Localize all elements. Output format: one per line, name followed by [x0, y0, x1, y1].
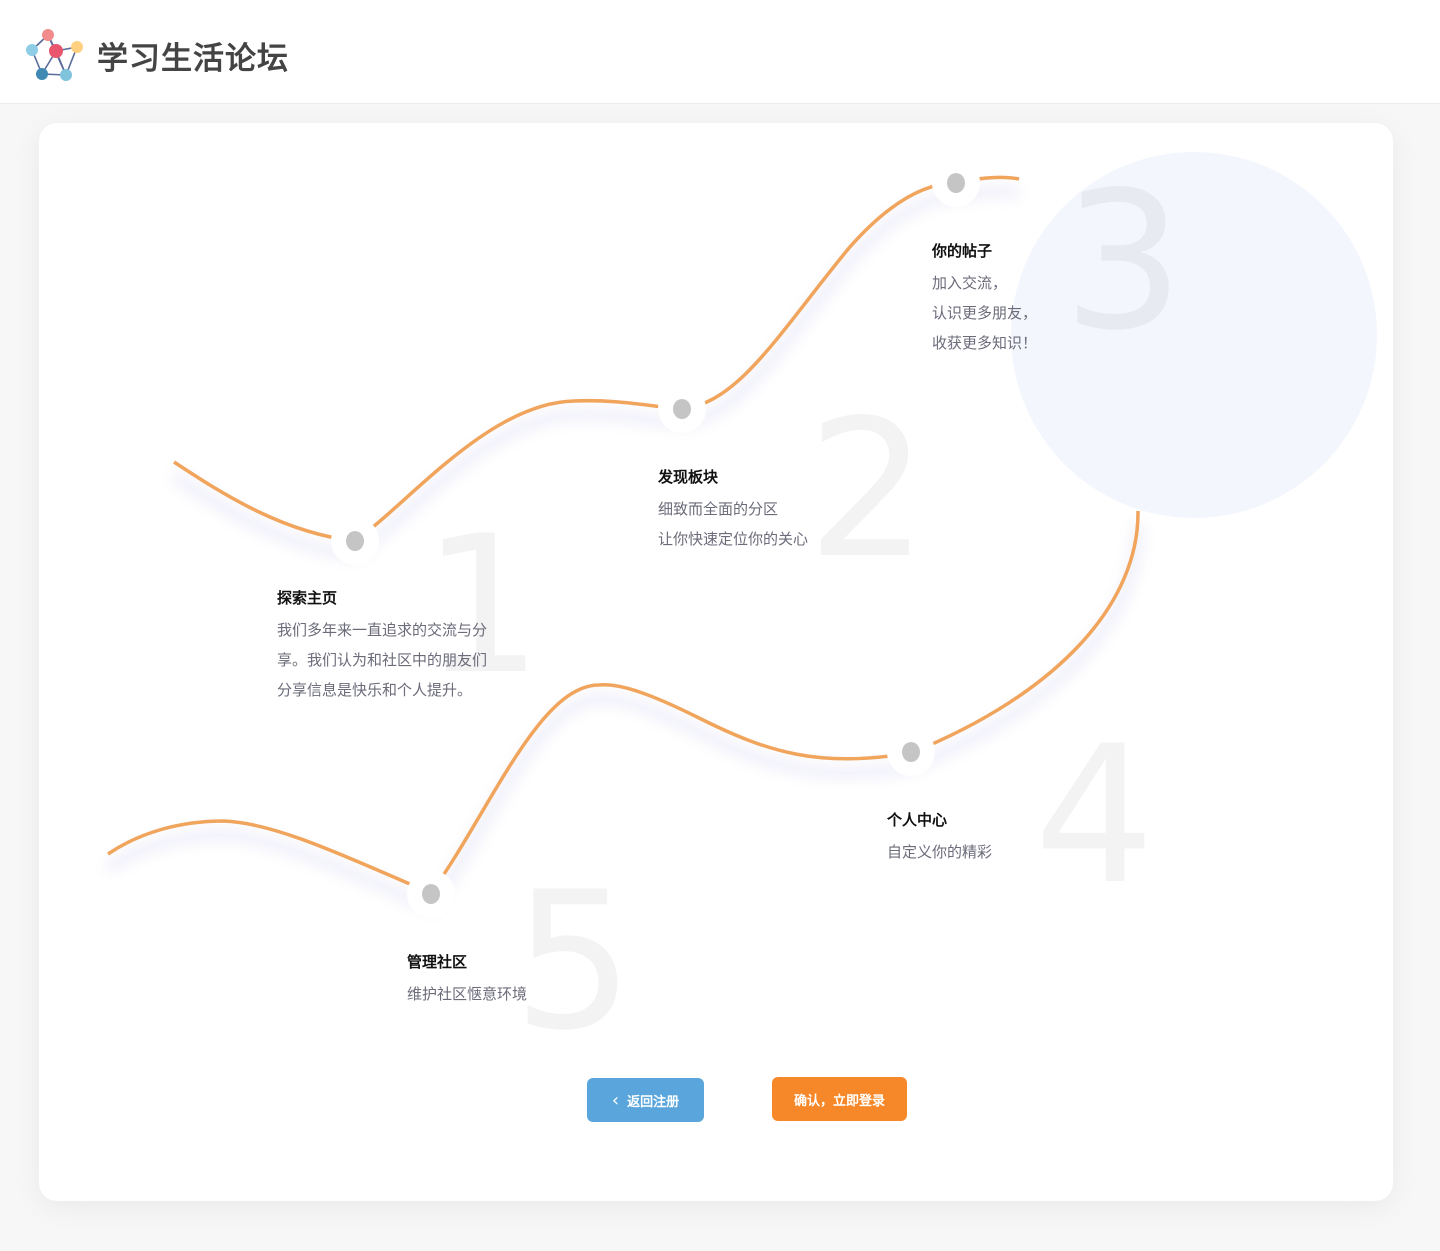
intro-card: 1 2 3 4 5 探索主页 我们多年来一直追求的交流与分 享。我们认为和社区中… [39, 123, 1393, 1201]
step-number-5: 5 [513, 867, 634, 1057]
step-personal-center: 个人中心 自定义你的精彩 [887, 809, 992, 867]
node-4 [902, 742, 920, 762]
step-desc-line: 自定义你的精彩 [887, 843, 993, 861]
step-desc-line: 分享信息是快乐和个人提升。 [277, 681, 473, 699]
site-title[interactable]: 学习生活论坛 [97, 33, 289, 78]
login-button-label: 确认，立即登录 [793, 1093, 885, 1109]
confirm-login-button[interactable]: 确认，立即登录 [772, 1077, 907, 1121]
step-desc-line: 收获更多知识！ [932, 334, 1038, 352]
chevron-left-icon: ‹ [611, 1089, 620, 1111]
step-your-posts: 你的帖子 加入交流， 认识更多朋友， 收获更多知识！ [932, 240, 1037, 358]
top-header: 学习生活论坛 [0, 0, 1440, 104]
step-desc-line: 认识更多朋友， [932, 304, 1038, 322]
step-title: 发现板块 [658, 468, 719, 486]
step-desc-line: 维护社区惬意环境 [407, 985, 528, 1003]
step-desc-line: 让你快速定位你的关心 [658, 530, 809, 548]
step-number-3: 3 [1063, 167, 1184, 357]
step-title: 管理社区 [407, 953, 468, 971]
molecule-network-logo[interactable] [22, 26, 86, 86]
step-title: 你的帖子 [932, 242, 993, 260]
step-discover-boards: 发现板块 细致而全面的分区 让你快速定位你的关心 [658, 466, 808, 554]
back-button-label: 返回注册 [627, 1094, 680, 1110]
step-desc-line: 我们多年来一直追求的交流与分 [277, 621, 488, 639]
node-1 [346, 531, 364, 551]
back-to-register-button[interactable]: ‹ 返回注册 [587, 1078, 704, 1122]
step-number-4: 4 [1034, 721, 1155, 911]
step-number-2: 2 [807, 395, 928, 585]
step-manage-community: 管理社区 维护社区惬意环境 [407, 951, 527, 1009]
node-5 [422, 884, 440, 904]
node-3 [947, 173, 965, 193]
node-2 [673, 399, 691, 419]
step-desc-line: 细致而全面的分区 [658, 500, 779, 518]
step-desc-line: 加入交流， [932, 274, 1008, 292]
step-desc-line: 享。我们认为和社区中的朋友们 [277, 651, 488, 669]
step-title: 个人中心 [887, 811, 948, 829]
step-explore-home: 探索主页 我们多年来一直追求的交流与分 享。我们认为和社区中的朋友们 分享信息是… [277, 587, 487, 705]
timeline-graphic [105, 152, 1377, 918]
step-title: 探索主页 [277, 589, 338, 607]
